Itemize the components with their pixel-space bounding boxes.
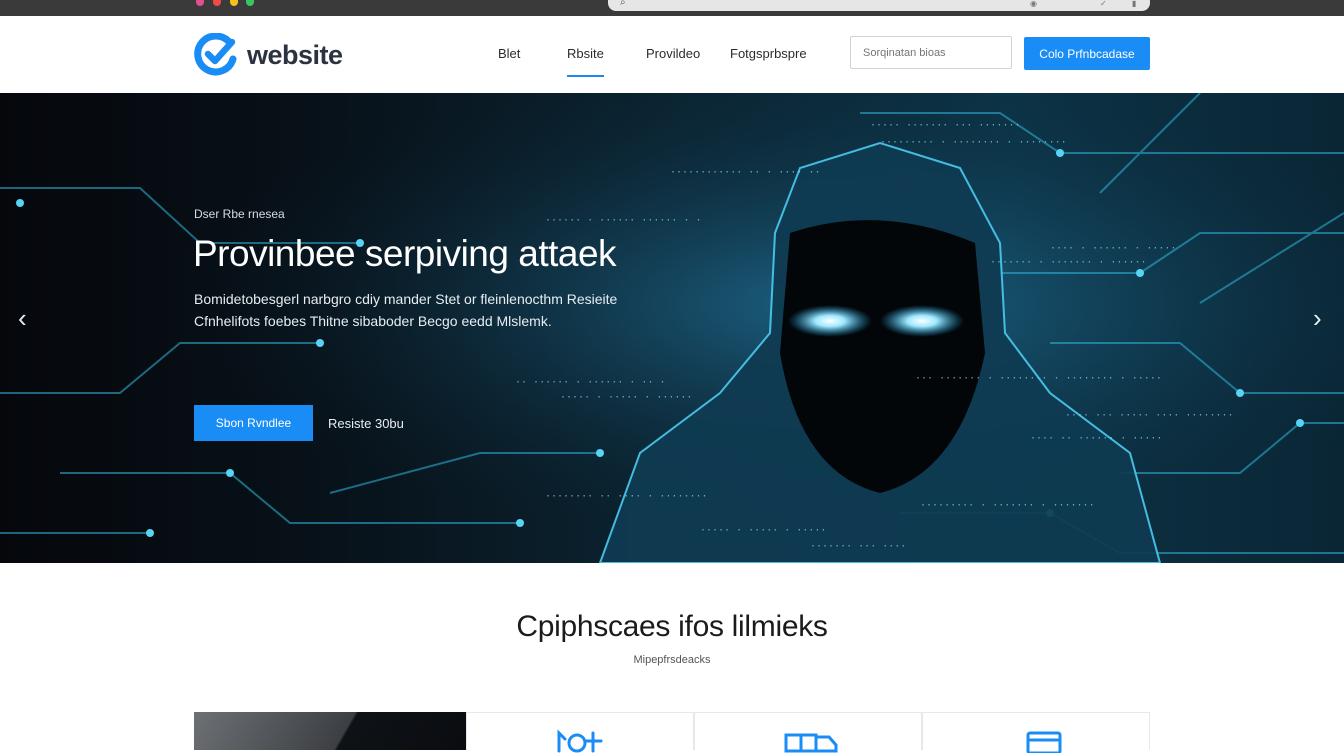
hero-secondary-link[interactable]: Resiste 30bu <box>328 416 404 431</box>
svg-text:········ ·· ···· · ········: ········ ·· ···· · ········ <box>545 491 708 502</box>
browser-chrome: ⌕ ◉ ✓ ▮ <box>0 0 1344 16</box>
truck-icon <box>784 733 838 753</box>
hero-title: Provinbee serpiving attaek <box>193 233 617 274</box>
feature-card-1[interactable] <box>466 712 694 753</box>
feature-card-image[interactable] <box>194 712 466 750</box>
svg-text:······· ··· ····: ······· ··· ···· <box>810 541 906 552</box>
section-title: Cpiphscaes ifos lilmieks <box>516 610 828 643</box>
svg-text:········· · ······· · ·······: ········· · ······· · ······· <box>920 500 1095 511</box>
svg-text:···· ·· ······ · ·····: ···· ·· ······ · ····· <box>1030 433 1162 444</box>
hero-eyebrow: Dser Rbe rnesea <box>194 207 285 221</box>
search-input[interactable] <box>850 36 1012 69</box>
check-circle-icon[interactable] <box>194 33 238 77</box>
site-header: website Blet Rbsite Provildeo Fotgsprbsp… <box>0 16 1344 94</box>
window-dot-yellow[interactable] <box>230 0 238 6</box>
svg-text:····· · ····· · ······: ····· · ····· · ······ <box>560 392 692 403</box>
svg-text:····· · ····· · ·····: ····· · ····· · ····· <box>700 525 826 536</box>
nav-item-blet[interactable]: Blet <box>498 46 520 61</box>
svg-text:······ · ······ ······ · ·: ······ · ······ ······ · · <box>545 215 702 226</box>
gear-icon <box>557 729 603 753</box>
address-bar[interactable]: ⌕ ◉ ✓ ▮ <box>608 0 1150 11</box>
svg-text:···· ··· ····· ···· ········: ···· ··· ····· ···· ········ <box>1065 410 1234 421</box>
feature-card-2[interactable] <box>694 712 922 753</box>
svg-text:···· · ······ · ·····: ···· · ······ · ····· <box>1050 243 1176 254</box>
window-dot-green[interactable] <box>246 0 254 6</box>
feature-card-3[interactable] <box>922 712 1150 753</box>
window-dot-pink[interactable] <box>196 0 204 6</box>
svg-text:·· ······ · ······ · ·· ·: ·· ······ · ······ · ·· · <box>515 377 666 388</box>
hero-description: Bomidetobesgerl narbgro cdiy mander Stet… <box>194 291 618 329</box>
header-cta-button[interactable]: Colo Prfnbcadase <box>1024 37 1150 70</box>
svg-text:······· · ······· · ······: ······· · ······· · ······ <box>990 257 1147 268</box>
svg-text:····· ······· ··· ·······: ····· ······· ··· ······· <box>870 120 1021 131</box>
section-subtitle: Mipepfrsdeacks <box>633 654 711 666</box>
reload-icon[interactable]: ◉ <box>1030 0 1037 8</box>
menu-icon[interactable]: ✓ <box>1100 0 1107 8</box>
hero-primary-button[interactable]: Sbon Rvndlee <box>194 405 313 441</box>
search-icon: ⌕ <box>620 0 626 8</box>
svg-text:··· ······· · ········ · ·····: ··· ······· · ········ · ········ · ····… <box>915 373 1162 384</box>
logo-text[interactable]: website <box>247 40 343 71</box>
chevron-left-icon[interactable]: ‹ <box>18 305 27 331</box>
svg-text:············ ·· · ···· ··: ············ ·· · ···· ·· <box>670 167 821 178</box>
hero-banner: ····· ······· ··· ······· ········· · ··… <box>0 93 1344 563</box>
tab-icon[interactable]: ▮ <box>1132 0 1136 8</box>
chevron-right-icon[interactable]: › <box>1313 305 1322 331</box>
svg-text:········· · ········ · ····: ········· · ········ · ········ <box>880 137 1067 148</box>
nav-item-fotgsprbspre[interactable]: Fotgsprbspre <box>730 46 807 61</box>
nav-item-rbsite[interactable]: Rbsite <box>567 46 604 77</box>
document-icon <box>1026 731 1062 753</box>
nav-item-provildeo[interactable]: Provildeo <box>646 46 700 61</box>
window-dot-red[interactable] <box>213 0 221 6</box>
